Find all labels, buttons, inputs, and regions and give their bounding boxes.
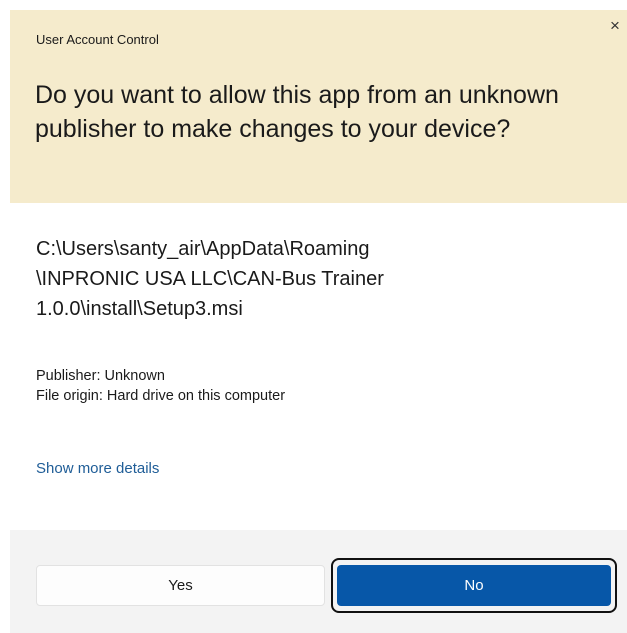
show-more-details-link[interactable]: Show more details	[36, 460, 159, 477]
dialog-header: User Account Control Do you want to allo…	[10, 10, 627, 203]
dialog-title: User Account Control	[36, 32, 159, 47]
yes-button[interactable]: Yes	[36, 565, 325, 606]
app-path-line: 1.0.0\install\Setup3.msi	[36, 298, 243, 320]
consent-question: Do you want to allow this app from an un…	[35, 81, 559, 143]
app-info: Publisher: Unknown File origin: Hard dri…	[36, 366, 285, 406]
close-icon[interactable]: ×	[610, 16, 627, 36]
file-origin-text: File origin: Hard drive on this computer	[36, 388, 286, 404]
publisher-text: Publisher: Unknown	[36, 368, 165, 384]
app-path-line: C:\Users\santy_air\AppData\Roaming	[36, 238, 370, 260]
no-button[interactable]: No	[337, 565, 611, 606]
uac-dialog: User Account Control Do you want to allo…	[0, 0, 627, 633]
app-path-line: \INPRONIC USA LLC\CAN-Bus Trainer	[36, 268, 384, 290]
app-path: C:\Users\santy_air\AppData\Roaming \INPR…	[36, 234, 556, 324]
